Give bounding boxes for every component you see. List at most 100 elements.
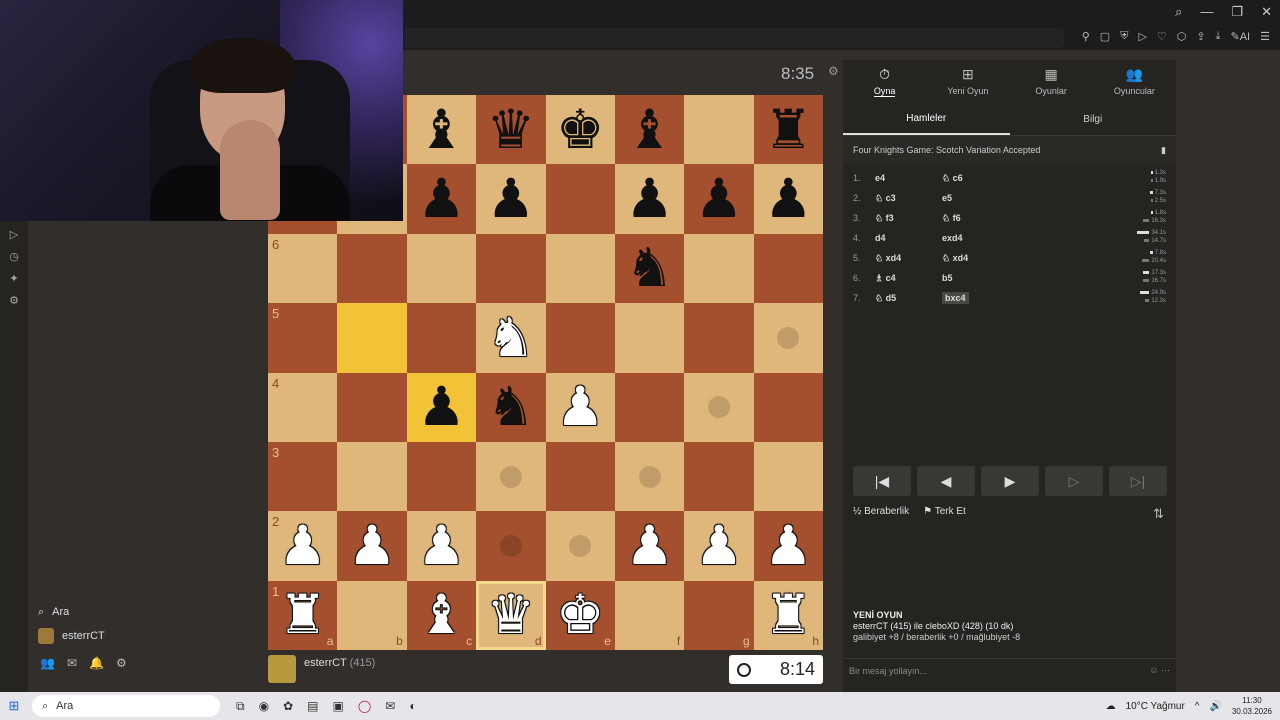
clock-icon[interactable]: ◷ [0,245,28,267]
flip-board-icon[interactable]: ⇅ [1153,506,1164,522]
square-f4[interactable] [614,372,685,442]
square-h7[interactable]: ♟ [753,164,823,234]
square-c4[interactable]: ♟ [406,372,477,442]
square-e4[interactable]: ♟ [545,372,615,442]
black-move[interactable]: exd4 [942,233,1002,243]
black-pawn-piece[interactable]: ♟ [764,172,812,226]
opera-icon[interactable]: ◯ [358,699,371,714]
volume-icon[interactable]: 🔊 [1210,701,1222,712]
black-move[interactable]: e5 [942,193,1002,203]
square-d1[interactable]: d ♛ [476,580,546,650]
square-b6[interactable] [337,233,407,304]
square-a3[interactable]: 3 [268,441,338,512]
puzzle-icon[interactable]: ✦ [0,267,28,289]
black-move[interactable]: ♘ xd4 [942,253,1002,264]
extensions-icon[interactable]: ⬡ [1177,30,1187,43]
settings-icon[interactable]: ⚙ [0,289,28,311]
square-e7[interactable] [545,164,615,234]
square-h6[interactable] [753,233,823,304]
move-hint-dot[interactable] [569,534,592,557]
square-e3[interactable] [545,441,615,512]
menu-icon[interactable]: ☰ [1260,30,1270,43]
resign-button[interactable]: ⚑ Terk Et [923,506,966,517]
square-d2[interactable] [476,511,546,581]
sidebar-user[interactable]: esterrCT [28,624,140,648]
mail-app-icon[interactable]: ✉ [385,699,395,714]
taskbar-clock[interactable]: 11:30 30.03.2026 [1232,695,1272,717]
square-a4[interactable]: 4 [268,372,338,442]
white-queen-piece[interactable]: ♛ [487,588,535,642]
bell-icon[interactable]: 🔔 [89,656,104,670]
nav-oyunlar[interactable]: ▦ Oyunlar [1010,60,1093,102]
white-pawn-piece[interactable]: ♟ [764,518,812,573]
black-pawn-piece[interactable]: ♟ [695,172,743,226]
ai-icon[interactable]: ✎AI [1231,30,1251,43]
minimize-icon[interactable]: — [1200,4,1213,20]
square-g7[interactable]: ♟ [684,164,754,234]
square-f1[interactable]: f [614,580,685,650]
square-b4[interactable] [337,372,407,442]
square-c7[interactable]: ♟ [406,164,477,234]
square-b2[interactable]: ♟ [337,511,407,581]
square-h3[interactable] [753,441,823,512]
book-icon[interactable]: ▮ [1161,145,1166,156]
square-c8[interactable]: ♝ [406,95,477,165]
square-g1[interactable]: g [684,580,754,650]
share-icon[interactable]: ⇪ [1196,30,1205,43]
black-move[interactable]: bxc4 [942,292,969,304]
square-a6[interactable]: 6 [268,233,338,304]
white-move[interactable]: ♘ f3 [875,213,942,224]
square-e1[interactable]: e ♚ [545,580,615,650]
square-f2[interactable]: ♟ [614,511,685,581]
tab-moves[interactable]: Hamleler [843,104,1010,135]
prev-move-button[interactable]: ◀ [917,466,975,496]
black-move[interactable]: b5 [942,273,1002,283]
nav-yeni-oyun[interactable]: ⊞ Yeni Oyun [926,60,1009,102]
white-move[interactable]: ♘ xd4 [875,253,942,264]
white-bishop-piece[interactable]: ♝ [417,588,465,642]
store-icon[interactable]: ▣ [332,699,343,714]
square-a2[interactable]: 2 ♟ [268,511,338,581]
black-knight-piece[interactable]: ♞ [487,380,535,434]
square-d5[interactable]: ♞ [476,303,546,373]
download-icon[interactable]: ⤓ [1216,30,1221,43]
task-view-icon[interactable]: ⧉ [236,699,245,714]
move-hint-dot[interactable] [638,465,661,488]
square-d6[interactable] [476,233,546,304]
black-knight-piece[interactable]: ♞ [625,241,673,295]
square-e8[interactable]: ♚ [545,95,615,165]
app-icon[interactable]: ◐ [409,699,416,714]
square-a1[interactable]: 1 a ♜ [268,580,338,650]
friends-icon[interactable]: 👥 [40,656,55,670]
square-c5[interactable] [406,303,477,373]
windows-start-icon[interactable]: ⊞ [0,698,28,714]
square-c6[interactable] [406,233,477,304]
square-a5[interactable]: 5 [268,303,338,373]
nav-oyna[interactable]: ⏱ Oyna [843,60,926,102]
first-move-button[interactable]: |◀ [853,466,911,496]
black-queen-piece[interactable]: ♛ [487,102,535,157]
black-pawn-piece[interactable]: ♟ [417,172,465,226]
copilot-icon[interactable]: ✿ [283,699,293,714]
move-hint-dot[interactable] [499,534,522,557]
black-pawn-piece[interactable]: ♟ [625,172,673,226]
play-button[interactable]: ▶ [981,466,1039,496]
square-d8[interactable]: ♛ [476,95,546,165]
draw-button[interactable]: ½ Beraberlik [853,506,909,517]
black-pawn-piece[interactable]: ♟ [487,172,535,226]
square-g2[interactable]: ♟ [684,511,754,581]
move-hint-dot[interactable] [499,465,522,488]
square-h4[interactable] [753,372,823,442]
white-rook-piece[interactable]: ♜ [278,588,326,642]
next-move-button[interactable]: ▷ [1045,466,1103,496]
explorer-icon[interactable]: ▤ [307,699,318,714]
square-g4[interactable] [684,372,754,442]
nav-oyuncular[interactable]: 👥 Oyuncular [1093,60,1176,102]
square-b5[interactable] [337,303,407,373]
square-h5[interactable] [753,303,823,373]
white-move[interactable]: d4 [875,233,942,243]
search-icon[interactable]: ⌕ [1175,4,1182,20]
square-d3[interactable] [476,441,546,512]
screenshot-icon[interactable]: ▢ [1100,30,1110,43]
avatar[interactable] [268,655,296,683]
